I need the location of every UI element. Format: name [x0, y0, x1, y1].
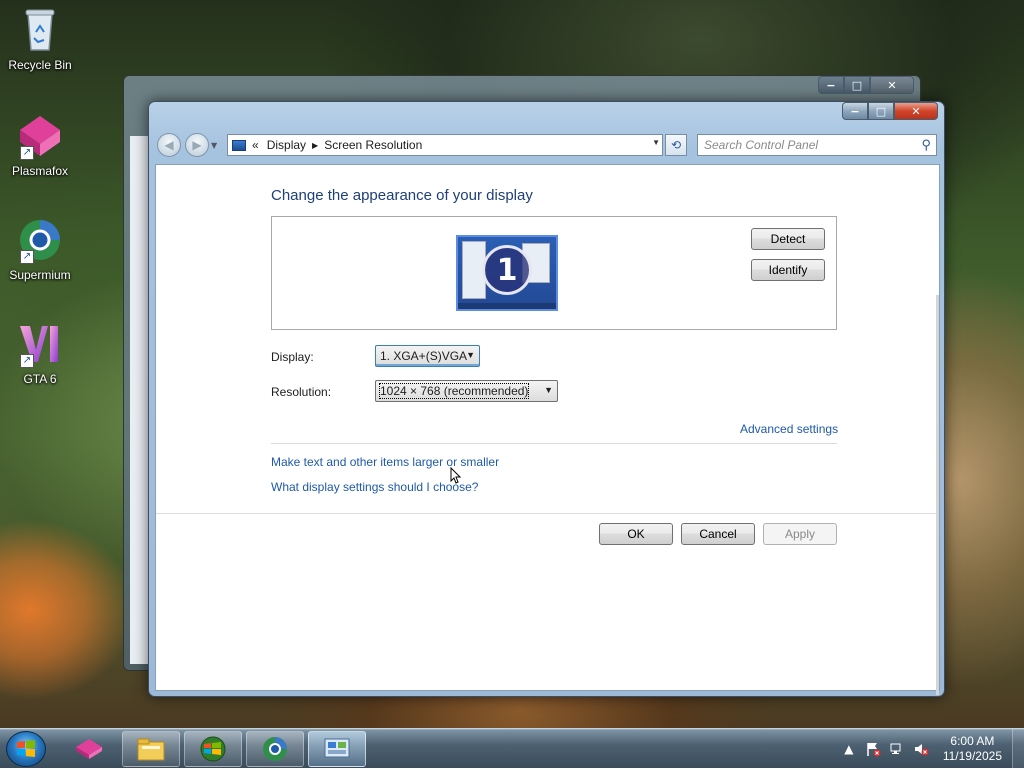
forward-button[interactable]: ▶ [185, 133, 209, 157]
display-select-value: 1. XGA+(S)VGA [380, 349, 468, 363]
recent-pages-dropdown[interactable]: ▼ [211, 141, 221, 150]
apply-button[interactable]: Apply [763, 523, 837, 545]
breadcrumb-display[interactable]: Display [267, 138, 306, 152]
minimize-button[interactable]: − [842, 102, 868, 120]
start-button[interactable] [6, 731, 46, 767]
chevron-down-icon: ▼ [466, 350, 475, 360]
shortcut-arrow-icon: ↗ [20, 146, 34, 160]
desktop-icon-label: Plasmafox [11, 164, 69, 178]
shortcut-arrow-icon: ↗ [20, 354, 34, 368]
action-center-flag-icon[interactable] [865, 741, 881, 757]
identify-button[interactable]: Identify [751, 259, 825, 281]
taskbar-windows-explorer[interactable] [122, 731, 180, 767]
resolution-select[interactable]: 1024 × 768 (recommended) ▼ [375, 380, 558, 402]
breadcrumb-overflow[interactable]: « [252, 138, 259, 152]
cancel-button[interactable]: Cancel [681, 523, 755, 545]
refresh-icon: ⟲ [670, 138, 682, 152]
window-caption-buttons: − □ ✕ [842, 102, 938, 120]
display-label: Display: [271, 350, 314, 364]
display-help-link[interactable]: What display settings should I choose? [271, 480, 478, 494]
search-icon[interactable]: ⚲ [921, 137, 931, 153]
refresh-button[interactable]: ⟲ [665, 134, 687, 156]
screen-resolution-window[interactable]: − □ ✕ ◀ ▶ ▼ « Display ▶ Screen Resolutio… [148, 101, 945, 697]
background-window-caption-buttons: − □ ✕ [818, 76, 914, 94]
page-title: Change the appearance of your display [271, 187, 533, 204]
show-desktop-button[interactable] [1012, 729, 1024, 769]
search-input[interactable]: Search Control Panel ⚲ [697, 134, 937, 156]
recycle-bin-icon [16, 6, 64, 54]
content-panel: Change the appearance of your display 1 … [155, 164, 940, 695]
control-panel-icon [232, 139, 246, 151]
desktop-icon-gta6[interactable]: ↗ GTA 6 [0, 320, 80, 386]
breadcrumb-screen-resolution[interactable]: Screen Resolution [324, 138, 422, 152]
volume-muted-icon[interactable] [913, 741, 929, 757]
supermium-icon: ↗ [16, 216, 64, 264]
search-placeholder: Search Control Panel [704, 138, 819, 152]
ok-button[interactable]: OK [599, 523, 673, 545]
detect-button[interactable]: Detect [751, 228, 825, 250]
monitor-preview-area: 1 Detect Identify [271, 216, 837, 330]
control-panel-icon [324, 738, 350, 758]
show-hidden-icons-icon[interactable]: ▲ [841, 741, 857, 757]
desktop-icon-recycle-bin[interactable]: Recycle Bin [0, 6, 80, 72]
windows-logo-icon [17, 740, 35, 757]
display-select[interactable]: 1. XGA+(S)VGA ▼ [375, 345, 480, 367]
desktop-icon-plasmafox[interactable]: ↗ Plasmafox [0, 112, 80, 178]
network-icon[interactable] [889, 741, 905, 757]
monitor-1-graphic[interactable]: 1 [456, 235, 558, 311]
taskbar-control-panel[interactable] [308, 731, 366, 767]
text-size-link[interactable]: Make text and other items larger or smal… [271, 455, 499, 469]
desktop-icon-label: GTA 6 [23, 372, 57, 386]
mouse-cursor-icon [450, 467, 462, 484]
close-button[interactable]: ✕ [894, 102, 938, 120]
maximize-button[interactable]: □ [844, 76, 870, 94]
plasmafox-icon [76, 739, 102, 759]
taskbar-windows-media-player[interactable] [184, 731, 242, 767]
clock-date: 11/19/2025 [942, 749, 1002, 763]
supermium-icon [263, 737, 287, 761]
navigation-bar: ◀ ▶ ▼ « Display ▶ Screen Resolution ▼ ⟲ … [157, 132, 937, 158]
back-arrow-icon: ◀ [164, 138, 174, 152]
windows-media-player-icon [200, 736, 226, 762]
shortcut-arrow-icon: ↗ [20, 250, 34, 264]
monitor-taskbar-thumb [458, 303, 556, 309]
windows-explorer-icon [137, 738, 165, 761]
resolution-select-value: 1024 × 768 (recommended) [378, 383, 530, 399]
footer-divider [156, 513, 939, 514]
advanced-settings-link[interactable]: Advanced settings [740, 422, 838, 436]
forward-arrow-icon: ▶ [192, 138, 202, 152]
close-button[interactable]: ✕ [870, 76, 914, 94]
desktop-icon-label: Supermium [9, 268, 71, 282]
chevron-down-icon: ▼ [544, 385, 553, 395]
breadcrumb-separator-icon[interactable]: ▶ [312, 141, 318, 150]
scrollbar[interactable] [936, 295, 939, 695]
plasmafox-icon: ↗ [16, 112, 64, 160]
desktop-icon-label: Recycle Bin [8, 58, 72, 72]
taskbar-plasmafox[interactable] [60, 731, 118, 767]
address-bar[interactable]: « Display ▶ Screen Resolution ▼ [227, 134, 663, 156]
resolution-label: Resolution: [271, 385, 332, 399]
minimize-button[interactable]: − [818, 76, 844, 94]
maximize-button[interactable]: □ [868, 102, 894, 120]
taskbar: ▲ 6:00 AM 11/19/2025 [0, 728, 1024, 769]
address-dropdown-icon[interactable]: ▼ [652, 138, 660, 147]
clock[interactable]: 6:00 AM 11/19/2025 [943, 734, 1002, 764]
system-tray: ▲ 6:00 AM 11/19/2025 [837, 729, 1024, 769]
taskbar-supermium[interactable] [246, 731, 304, 767]
divider [271, 443, 837, 444]
clock-time: 6:00 AM [950, 734, 995, 748]
desktop-icon-supermium[interactable]: ↗ Supermium [0, 216, 80, 282]
back-button[interactable]: ◀ [157, 133, 181, 157]
monitor-number: 1 [482, 245, 532, 295]
gta6-icon: ↗ [16, 320, 64, 368]
